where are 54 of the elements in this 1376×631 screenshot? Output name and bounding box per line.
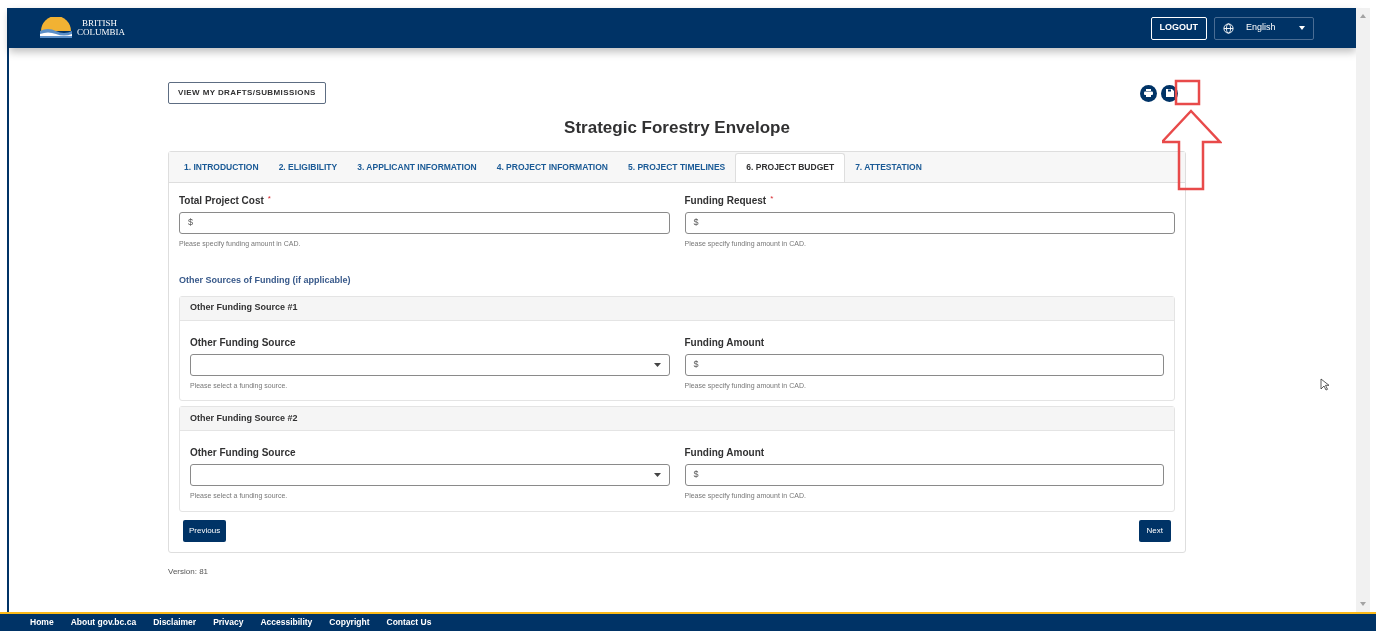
print-button[interactable] — [1140, 84, 1157, 102]
next-button[interactable]: Next — [1138, 519, 1171, 542]
currency-prefix: $ — [693, 468, 699, 482]
caret-icon — [653, 473, 661, 477]
input-field[interactable]: $ — [684, 464, 1164, 486]
footer-link[interactable]: Accessibility — [260, 616, 313, 629]
logout-button[interactable]: LOGOUT — [1150, 16, 1207, 40]
field-label: Other Funding Source — [190, 446, 296, 460]
currency-prefix: $ — [188, 215, 193, 229]
step-tab[interactable]: 5. PROJECT TIMELINES — [617, 152, 736, 182]
globe-icon — [1223, 22, 1234, 34]
required-mark: * — [267, 192, 271, 205]
footer-link[interactable]: Privacy — [213, 616, 244, 629]
currency-prefix: $ — [693, 357, 699, 371]
input-field[interactable]: $ — [684, 353, 1164, 376]
caret-icon — [653, 362, 661, 367]
footer-link[interactable]: Disclaimer — [153, 616, 197, 629]
previous-button[interactable]: Previous — [183, 519, 227, 542]
page-title: Strategic Forestry Envelope — [564, 117, 790, 139]
cursor-icon — [1320, 378, 1329, 391]
section-heading: Other Sources of Funding (if applicable) — [179, 274, 352, 287]
caret-icon — [1299, 26, 1305, 30]
drafts-button[interactable]: VIEW MY DRAFTS/SUBMISSIONS — [168, 82, 326, 104]
step-tab[interactable]: 4. PROJECT INFORMATION — [486, 152, 618, 182]
step-tab[interactable]: 6. PROJECT BUDGET — [735, 152, 846, 182]
step-tab[interactable]: 2. ELIGIBILITY — [268, 152, 348, 182]
input-field[interactable]: $ — [179, 211, 670, 234]
logo-text: BRITISH — [81, 19, 118, 28]
footer-link[interactable]: Contact Us — [386, 616, 432, 629]
field-label: Other Funding Source — [190, 335, 296, 350]
panel-title: Other Funding Source #2 — [190, 411, 298, 425]
select-field[interactable] — [190, 464, 670, 486]
required-mark: * — [770, 192, 774, 205]
field-label: Funding Request — [684, 193, 767, 208]
logo-text: COLUMBIA — [77, 28, 125, 37]
footer-link[interactable]: Home — [30, 616, 54, 629]
sunset-logo-icon — [39, 17, 73, 39]
scroll-down-icon — [1360, 602, 1366, 606]
footer-link[interactable]: About gov.bc.ca — [70, 616, 137, 629]
select-field[interactable] — [190, 353, 670, 376]
field-label: Funding Amount — [684, 446, 765, 460]
input-field[interactable]: $ — [684, 211, 1175, 234]
scroll-up-icon — [1360, 14, 1366, 18]
language-select[interactable]: English — [1214, 16, 1314, 40]
version-text: Version: 81 — [168, 565, 210, 578]
step-tab[interactable]: 1. INTRODUCTION — [174, 152, 269, 182]
footer-link[interactable]: Copyright — [329, 616, 370, 629]
currency-prefix: $ — [693, 215, 699, 229]
panel-title: Other Funding Source #1 — [190, 301, 298, 315]
step-tab[interactable]: 7. ATTESTATION — [845, 152, 932, 182]
step-tab[interactable]: 3. APPLICANT INFORMATION — [347, 152, 487, 182]
printer-icon — [1144, 89, 1153, 97]
field-label: Total Project Cost — [179, 193, 264, 208]
field-label: Funding Amount — [684, 335, 765, 350]
